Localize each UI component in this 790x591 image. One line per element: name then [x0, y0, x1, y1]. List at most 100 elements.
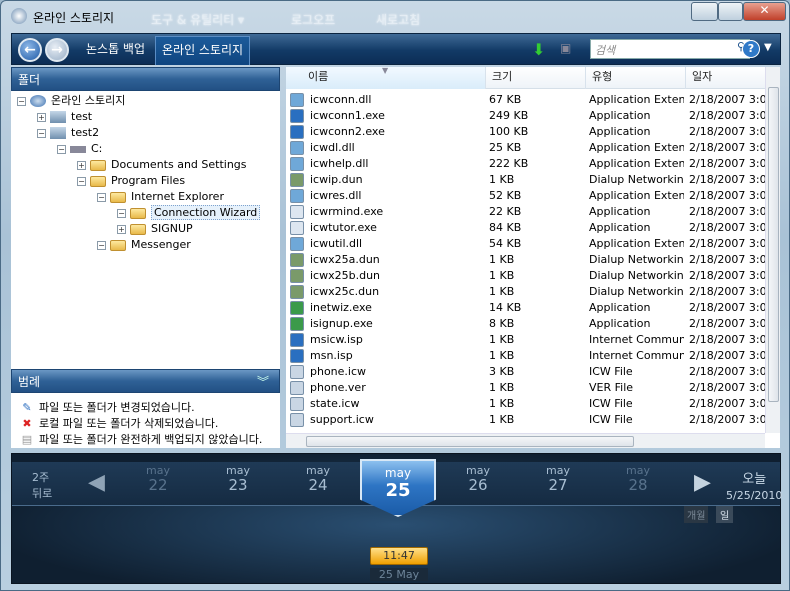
day-cell[interactable]: may 22 [128, 464, 188, 493]
file-row[interactable]: icwx25c.dun 1 KB Dialup Networkin... 2/18/2… [286, 284, 765, 300]
expander-icon[interactable]: + [117, 224, 126, 234]
file-size: 67 KB [489, 93, 522, 106]
collapse-chevron-icon[interactable]: ︾ [257, 370, 269, 394]
file-icon [290, 269, 304, 283]
file-row[interactable]: support.icw 1 KB ICW File 2/18/2007 3:00 [286, 412, 765, 428]
file-row[interactable]: icwutil.dll 54 KB Application Exten... 2/18… [286, 236, 765, 252]
forward-button[interactable]: → [45, 38, 69, 62]
tree-node[interactable]: + test [37, 109, 92, 125]
view-month-button[interactable]: 개월 [684, 506, 709, 523]
menu-logoff[interactable]: 로그오프 [291, 11, 335, 28]
back-button[interactable]: ← [18, 38, 42, 62]
day-cell[interactable]: may 26 [448, 464, 508, 493]
day-cell[interactable]: may 23 [208, 464, 268, 493]
file-row[interactable]: icwx25a.dun 1 KB Dialup Networkin... 2/18/2… [286, 252, 765, 268]
file-size: 1 KB [489, 381, 515, 394]
horizontal-scrollbar[interactable] [286, 433, 765, 448]
column-type[interactable]: 유형 [586, 67, 686, 89]
prev-arrow-icon[interactable]: ◀ [88, 470, 105, 495]
file-date: 2/18/2007 3:00 [689, 269, 765, 282]
file-row[interactable]: icwdl.dll 25 KB Application Exten... 2/18/2… [286, 140, 765, 156]
tree-node[interactable]: + Documents and Settings [77, 157, 247, 173]
tree-node[interactable]: − Internet Explorer [97, 189, 224, 205]
folder-icon [130, 207, 146, 219]
back-two-weeks-button[interactable]: 2주 뒤로 [32, 470, 52, 502]
file-row[interactable]: icwconn1.exe 249 KB Application 2/18/2007 3… [286, 108, 765, 124]
tree-node[interactable]: − C: [57, 141, 102, 157]
next-arrow-icon[interactable]: ▶ [694, 470, 711, 495]
file-row[interactable]: icwconn2.exe 100 KB Application 2/18/2007 3… [286, 124, 765, 140]
expander-icon[interactable]: − [77, 176, 86, 186]
file-type: Application Exten... [589, 141, 684, 154]
expander-icon[interactable]: + [37, 112, 46, 122]
search-input[interactable]: 검색 ⚲ [590, 39, 750, 59]
help-icon[interactable]: ? [742, 40, 760, 58]
file-row[interactable]: icwres.dll 52 KB Application Exten... 2/18/… [286, 188, 765, 204]
file-row[interactable]: msn.isp 1 KB Internet Commun... 2/18/2007 3… [286, 348, 765, 364]
minimize-button[interactable] [691, 2, 718, 21]
day-cell[interactable]: may 28 [608, 464, 668, 493]
expander-icon[interactable]: + [77, 160, 86, 170]
tree-node[interactable]: − Program Files [77, 173, 185, 189]
file-name: icwutil.dll [310, 237, 363, 250]
day-cell[interactable]: may 27 [528, 464, 588, 493]
file-date: 2/18/2007 3:00 [689, 173, 765, 186]
file-row[interactable]: icwhelp.dll 222 KB Application Exten... 2/1… [286, 156, 765, 172]
scroll-thumb[interactable] [306, 436, 634, 447]
tree-node-label: Connection Wizard [151, 205, 261, 220]
expander-icon[interactable]: − [97, 240, 106, 250]
today-button[interactable]: 오늘 5/25/2010 [726, 468, 782, 502]
file-date: 2/18/2007 3:00 [689, 317, 765, 330]
vertical-scrollbar[interactable] [765, 67, 780, 433]
legend-item-deleted: ✖ 로컬 파일 또는 폴더가 삭제되었습니다. [21, 415, 218, 431]
tree-node[interactable]: − 온라인 스토리지 [17, 93, 125, 109]
file-row[interactable]: icwrmind.exe 22 KB Application 2/18/2007 3:… [286, 204, 765, 220]
day-cell[interactable]: may 24 [288, 464, 348, 493]
file-row[interactable]: isignup.exe 8 KB Application 2/18/2007 3:00 [286, 316, 765, 332]
tree-node[interactable]: − Connection Wizard [117, 205, 261, 221]
close-button[interactable]: ✕ [743, 2, 786, 21]
web-icon[interactable]: ▣ [560, 41, 571, 55]
file-row[interactable]: icwip.dun 1 KB Dialup Networkin... 2/18/200… [286, 172, 765, 188]
tree-node[interactable]: − Messenger [97, 237, 191, 253]
download-icon[interactable]: ⬇ [532, 40, 545, 59]
menu-refresh[interactable]: 새로고침 [376, 11, 420, 28]
file-row[interactable]: icwconn.dll 67 KB Application Exten... 2/18… [286, 92, 765, 108]
expander-icon[interactable]: − [17, 96, 26, 106]
tree-node[interactable]: − test2 [37, 125, 99, 141]
folder-icon [110, 239, 126, 251]
file-icon [290, 237, 304, 251]
file-type: Dialup Networkin... [589, 173, 684, 186]
file-type: ICW File [589, 397, 633, 410]
expander-icon[interactable]: − [117, 208, 126, 218]
expander-icon[interactable]: − [97, 192, 106, 202]
legend-header[interactable]: 범례 ︾ [11, 369, 280, 393]
file-type: Internet Commun... [589, 333, 684, 346]
file-row[interactable]: state.icw 1 KB ICW File 2/18/2007 3:00 [286, 396, 765, 412]
tree-node[interactable]: + SIGNUP [117, 221, 193, 237]
file-row[interactable]: phone.ver 1 KB VER File 2/18/2007 3:00 [286, 380, 765, 396]
scroll-thumb[interactable] [768, 87, 779, 402]
column-date[interactable]: 일자 [686, 67, 766, 89]
expander-icon[interactable]: − [37, 128, 46, 138]
tab-nonstop-backup[interactable]: 논스톱 백업 [80, 34, 151, 65]
menu-tools[interactable]: 도구 & 유틸리티 ▾ [151, 11, 244, 28]
today-date: 5/25/2010 [726, 489, 783, 502]
help-dropdown-icon[interactable]: ▼ [764, 42, 772, 53]
column-size[interactable]: 크기 [486, 67, 586, 89]
file-row[interactable]: msicw.isp 1 KB Internet Commun... 2/18/2007… [286, 332, 765, 348]
file-size: 1 KB [489, 349, 515, 362]
file-row[interactable]: phone.icw 3 KB ICW File 2/18/2007 3:00 [286, 364, 765, 380]
app-window: 온라인 스토리지 도구 & 유틸리티 ▾ 로그오프 새로고침 ✕ ← → 논스톱… [0, 0, 790, 591]
tab-online-storage[interactable]: 온라인 스토리지 [155, 36, 251, 65]
maximize-button[interactable] [718, 2, 743, 21]
expander-icon[interactable]: − [57, 144, 66, 154]
backup-time-marker[interactable]: 11:47 [370, 547, 428, 565]
current-day[interactable]: may 25 [360, 459, 436, 517]
view-day-button[interactable]: 일 [716, 506, 734, 523]
legend-item-incomplete: ▤ 파일 또는 폴더가 완전하게 백업되지 않았습니다. [21, 431, 263, 447]
file-row[interactable]: icwx25b.dun 1 KB Dialup Networkin... 2/18/2… [286, 268, 765, 284]
file-row[interactable]: inetwiz.exe 14 KB Application 2/18/2007 3:0… [286, 300, 765, 316]
column-name[interactable]: 이름 ▼ [286, 67, 486, 89]
file-row[interactable]: icwtutor.exe 84 KB Application 2/18/2007 3:… [286, 220, 765, 236]
